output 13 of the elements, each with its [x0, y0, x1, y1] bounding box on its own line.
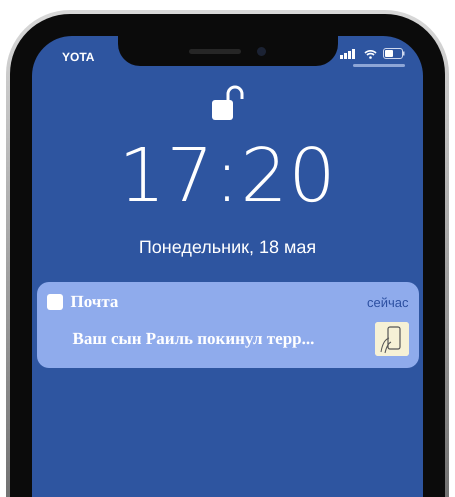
notification-message: Ваш сын Раиль покинул терр...: [72, 329, 314, 349]
wifi-icon: [364, 48, 377, 58]
control-center-indicator[interactable]: [353, 64, 405, 67]
notification-time: сейчас: [367, 294, 408, 310]
battery-icon: [383, 48, 405, 59]
carrier-name: YOTA: [61, 49, 96, 64]
phone-in-hand-thumbnail: [374, 322, 408, 356]
app-icon: [46, 294, 62, 310]
signal-icon: [340, 48, 358, 58]
notification-card[interactable]: Почта сейчас Ваш сын Раиль покинул терр...: [36, 282, 418, 368]
app-name: Почта: [70, 292, 120, 312]
date-label: Понедельник, 18 мая: [138, 237, 316, 258]
clock-time: 17:20: [118, 139, 337, 213]
